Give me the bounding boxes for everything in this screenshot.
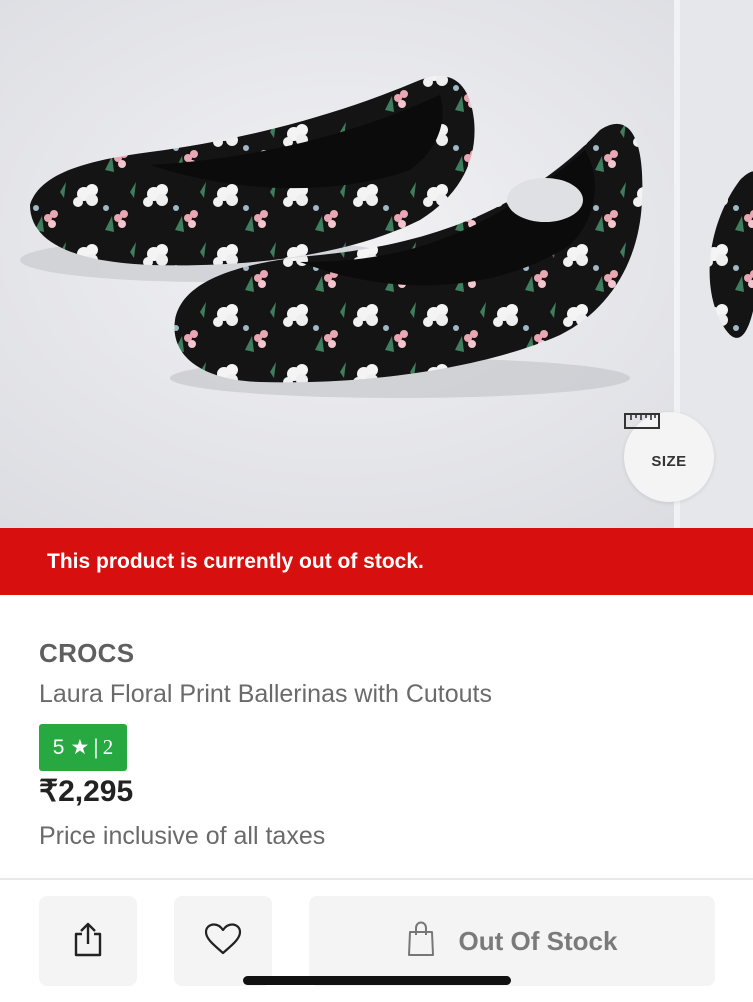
out-of-stock-button[interactable]: Out Of Stock [309,896,715,986]
brand-name[interactable]: CROCS [39,638,134,669]
rating-separator: | [93,735,99,759]
heart-icon [204,922,242,960]
rating-badge[interactable]: 5 ★ | 2 [39,724,127,771]
product-image-carousel[interactable]: SIZE [0,0,753,528]
home-indicator[interactable] [243,976,511,985]
share-icon [72,921,104,962]
size-chart-button[interactable]: SIZE [624,412,714,502]
out-of-stock-label: Out Of Stock [458,925,618,956]
product-price: ₹2,295 [39,775,134,808]
rating-count: 2 [102,735,114,759]
share-button[interactable] [39,896,137,986]
size-button-label: SIZE [651,452,687,470]
rating-value: 5 [52,735,65,759]
product-title: Laura Floral Print Ballerinas with Cutou… [39,680,492,708]
star-icon: ★ [70,736,90,759]
out-of-stock-message: This product is currently out of stock. [47,549,424,573]
wishlist-button[interactable] [174,896,272,986]
out-of-stock-banner: This product is currently out of stock. [0,528,753,595]
tax-note: Price inclusive of all taxes [39,822,326,850]
shopping-bag-icon [407,920,435,962]
